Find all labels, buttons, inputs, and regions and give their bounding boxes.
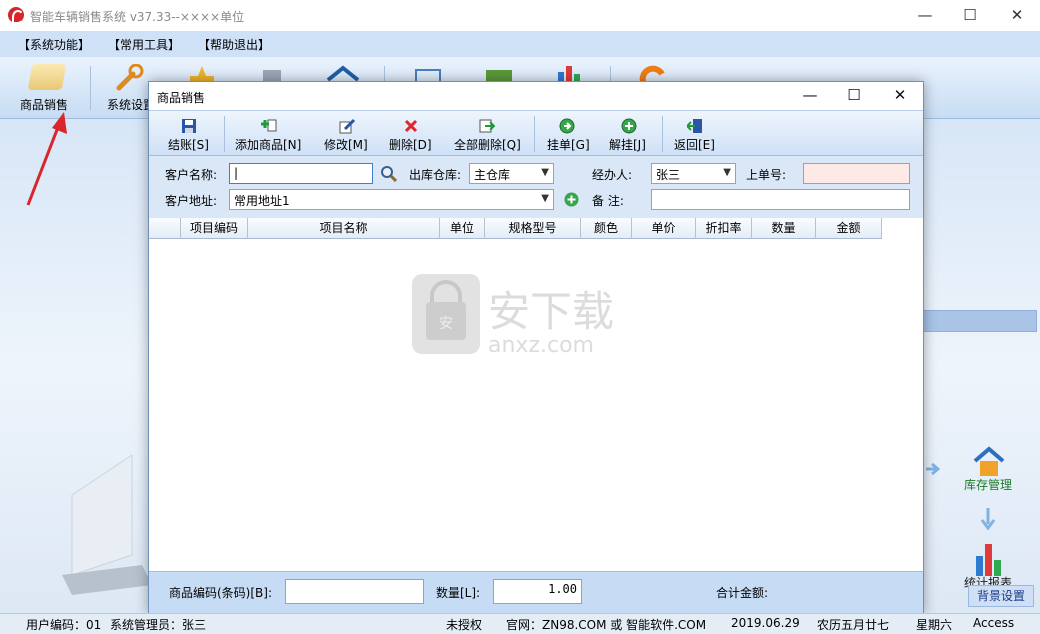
- add-item-button[interactable]: 添加商品[N]: [235, 136, 301, 153]
- address-label: 客户地址:: [165, 194, 218, 208]
- status-date: 2019.06.29: [731, 616, 800, 630]
- menu-tools[interactable]: 【常用工具】: [108, 36, 180, 53]
- toolbar-divider: [224, 116, 225, 152]
- stock-management-label[interactable]: 库存管理: [964, 476, 1012, 493]
- status-lunar-date: 农历五月廿七: [817, 618, 890, 632]
- prev-order-input[interactable]: [803, 163, 910, 184]
- status-license: 未授权: [446, 618, 483, 632]
- svg-text:安: 安: [439, 316, 453, 332]
- barcode-input[interactable]: [285, 579, 424, 604]
- right-arrow-icon: [926, 462, 940, 476]
- col-spec[interactable]: 规格型号: [485, 218, 581, 239]
- col-unit[interactable]: 单位: [440, 218, 485, 239]
- quantity-input[interactable]: 1.00: [493, 579, 582, 604]
- warehouse-value: 主仓库: [474, 168, 511, 182]
- barcode-label: 商品编码(条码)[B]:: [169, 586, 273, 600]
- background-settings-button[interactable]: 背景设置: [968, 585, 1034, 607]
- annotation-arrow: [26, 112, 67, 206]
- delete-all-icon[interactable]: [479, 118, 495, 134]
- dialog-close-button[interactable]: ✕: [878, 84, 922, 108]
- maximize-button[interactable]: ☐: [947, 4, 993, 28]
- warehouse-select[interactable]: 主仓库 ▼: [469, 163, 554, 184]
- hold-order-button[interactable]: 挂单[G]: [547, 136, 590, 153]
- delete-button[interactable]: 删除[D]: [389, 136, 432, 153]
- unhold-icon[interactable]: [621, 118, 637, 134]
- edit-icon[interactable]: [339, 118, 355, 134]
- warehouse-label: 出库仓库:: [409, 168, 462, 182]
- col-color[interactable]: 颜色: [581, 218, 632, 239]
- toolbar-divider: [90, 66, 91, 110]
- col-quantity[interactable]: 数量: [752, 218, 816, 239]
- checkout-button[interactable]: 结账[S]: [168, 136, 209, 153]
- chevron-down-icon: ▼: [723, 167, 731, 178]
- address-select[interactable]: 常用地址1 ▼: [229, 189, 554, 210]
- close-button[interactable]: ✕: [994, 4, 1040, 28]
- col-discount[interactable]: 折扣率: [696, 218, 752, 239]
- return-icon[interactable]: [687, 118, 703, 134]
- status-database: Access: [973, 616, 1015, 630]
- customer-name-label: 客户名称:: [165, 168, 218, 182]
- prev-order-label: 上单号:: [746, 168, 787, 182]
- handler-label: 经办人:: [592, 168, 633, 182]
- watermark-cn: 安下载: [488, 287, 614, 336]
- app-logo-icon: [8, 7, 24, 24]
- remark-input[interactable]: [651, 189, 910, 210]
- dialog-minimize-button[interactable]: —: [788, 84, 832, 108]
- add-item-icon[interactable]: [261, 118, 277, 134]
- search-icon[interactable]: [380, 165, 397, 182]
- window-title: 智能车辆销售系统 v37.33--××××单位: [30, 10, 245, 24]
- statistics-chart-icon[interactable]: [974, 542, 1004, 576]
- dialog-title: 商品销售: [157, 91, 206, 105]
- menu-help-exit[interactable]: 【帮助退出】: [198, 36, 270, 53]
- watermark: 安 安下载 anxz.com: [412, 274, 614, 358]
- unhold-order-button[interactable]: 解挂[J]: [609, 136, 646, 153]
- delete-icon[interactable]: [403, 118, 419, 134]
- handler-value: 张三: [656, 168, 681, 182]
- panel-strip: [922, 310, 1037, 332]
- status-admin: 系统管理员：张三: [110, 618, 207, 632]
- dialog-maximize-button[interactable]: ☐: [832, 84, 876, 108]
- col-item-code[interactable]: 项目编码: [181, 218, 248, 239]
- wrench-icon[interactable]: [115, 64, 145, 92]
- status-weekday: 星期六: [916, 618, 953, 632]
- chevron-down-icon: ▼: [541, 167, 549, 178]
- col-unit-price[interactable]: 单价: [632, 218, 696, 239]
- status-website[interactable]: 官网：ZN98.COM 或 智能软件.COM: [506, 616, 706, 633]
- col-amount[interactable]: 金额: [816, 218, 882, 239]
- warehouse-icon[interactable]: [972, 446, 1006, 478]
- edit-button[interactable]: 修改[M]: [324, 136, 368, 153]
- col-item-name[interactable]: 项目名称: [248, 218, 440, 239]
- address-value: 常用地址1: [234, 194, 290, 208]
- chevron-down-icon: ▼: [541, 193, 549, 204]
- quantity-label: 数量[L]:: [436, 586, 481, 600]
- add-address-icon[interactable]: [564, 192, 579, 207]
- down-arrow-icon: [980, 508, 996, 530]
- grid-row-selector-header: [149, 218, 181, 239]
- delete-all-button[interactable]: 全部删除[Q]: [454, 136, 521, 153]
- hold-icon[interactable]: [559, 118, 575, 134]
- toolbar-divider: [534, 116, 535, 152]
- return-button[interactable]: 返回[E]: [674, 136, 715, 153]
- sales-icon[interactable]: [27, 64, 67, 90]
- customer-name-input[interactable]: |: [229, 163, 373, 184]
- computer-illustration: [62, 455, 152, 595]
- watermark-en: anxz.com: [488, 333, 594, 358]
- menu-system[interactable]: 【系统功能】: [18, 36, 90, 53]
- remark-label: 备 注:: [592, 194, 624, 208]
- total-amount-label: 合计金额:: [716, 586, 769, 600]
- minimize-button[interactable]: —: [902, 4, 948, 28]
- save-icon[interactable]: [181, 118, 197, 134]
- status-user-code: 用户编码：01: [26, 618, 102, 632]
- toolbar-divider: [662, 116, 663, 152]
- handler-select[interactable]: 张三 ▼: [651, 163, 736, 184]
